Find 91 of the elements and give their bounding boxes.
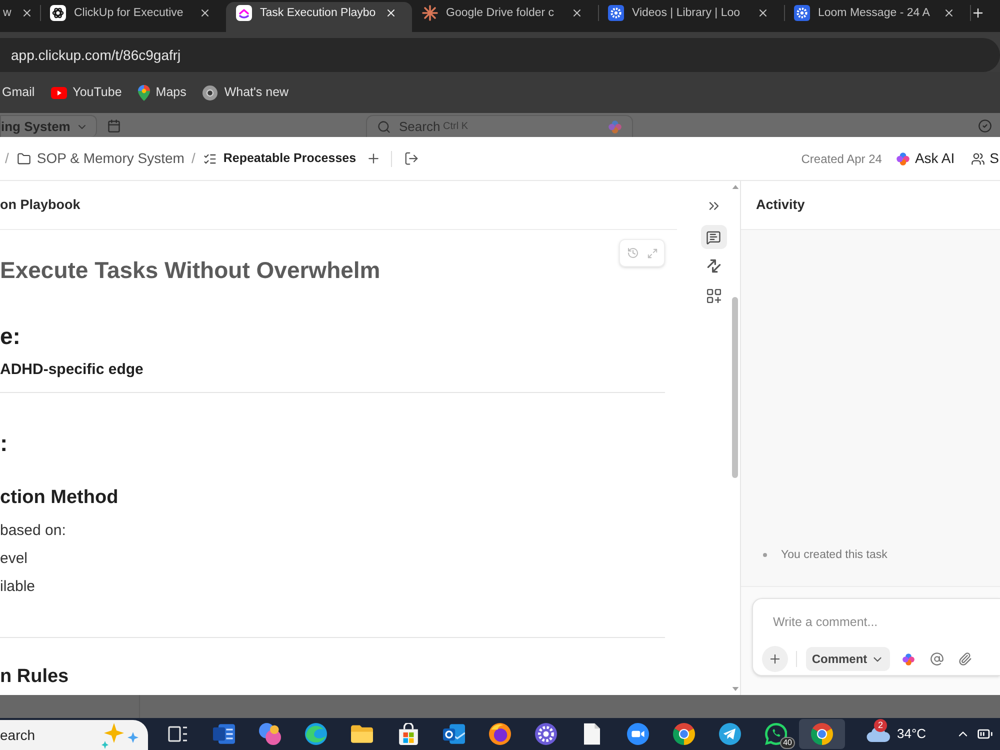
scrollbar-thumb[interactable] [732,297,738,478]
map-pin-icon [138,84,150,100]
gear-tile-icon [794,5,810,21]
calendar-icon[interactable] [107,119,121,133]
chevron-logo-icon [236,5,252,21]
ring-app-icon [673,723,695,745]
section-heading: e: [0,322,22,351]
bookmark-link[interactable]: Gmail [2,83,35,102]
gear-app-icon [535,723,557,745]
chat-bubble-icon [706,230,721,244]
browser-tab[interactable]: Google Drive folder c [412,2,598,32]
store-bag-icon [398,723,418,745]
bookmark-link[interactable]: What's new [202,83,289,102]
search-field[interactable]: Search [399,118,443,136]
bold-text: ADHD-specific edge [0,360,144,380]
address-field[interactable]: app.clickup.com/t/86c9gafrj [0,38,1000,72]
knot-icon [50,5,66,21]
folder-icon [16,152,31,166]
subheading: n Rules [0,665,70,689]
created-date: Created Apr 24 [801,150,882,168]
plus-icon[interactable] [366,151,382,166]
task-view-icon [168,726,188,742]
breadcrumb-link[interactable]: SOP & Memory System [16,148,184,169]
close-icon[interactable] [757,7,769,19]
play-icon [50,86,67,98]
comments-button[interactable] [700,225,726,249]
add-button[interactable] [762,646,788,672]
sparkle-icon [100,722,140,748]
mail-app-icon [443,724,465,744]
flame-globe-icon [489,723,511,745]
activity-entry: You created this task [781,548,888,563]
search-field[interactable]: earch [0,725,46,745]
grid-plus-icon [706,289,720,303]
close-icon[interactable] [199,7,211,19]
count-badge: 40 [780,737,795,749]
asterisk-icon [422,5,438,21]
scroll-up-icon[interactable] [732,185,738,189]
petal-icon [896,152,910,166]
paragraph-text: based on: [0,521,67,541]
browser-tab[interactable]: w [0,2,40,32]
browser-tab[interactable]: Videos | Library | Loo [598,2,784,32]
taskbar-button[interactable]: 40 [753,719,799,749]
paragraph-text: evel [0,549,29,569]
ring-app-icon [811,723,833,745]
notification-badge: 2 [874,719,887,732]
diagonal-arrows-icon [706,259,720,273]
scroll-down-icon[interactable] [732,687,738,691]
wave-app-icon [305,723,327,745]
petal-icon [608,120,622,134]
folder-app-icon [351,725,373,743]
taskbar-button[interactable] [799,719,845,749]
paperclip-icon[interactable] [958,652,972,666]
page-app-icon [584,723,600,745]
checklist-icon [203,152,218,166]
new-tab-icon[interactable] [971,6,985,20]
close-icon[interactable] [21,7,33,19]
video-app-icon [627,723,649,745]
comment-type-dropdown[interactable]: Comment [806,647,890,671]
document-app-icon [213,724,235,744]
users-icon [970,152,985,166]
comment-field[interactable]: Write a comment... [773,612,973,632]
browser-tab[interactable]: Loom Message - 24 A [784,2,970,32]
close-icon[interactable] [571,7,583,19]
paper-plane-icon [719,723,741,745]
bookmark-link[interactable]: YouTube [50,83,122,102]
plus-icon [768,652,782,666]
ring-icon [202,84,218,100]
bullet-icon [763,553,767,557]
task-title: Execute Tasks Without Overwhelm [0,256,382,285]
check-circle-icon[interactable] [978,119,992,133]
doc-title: on Playbook [0,181,677,230]
breadcrumb-link[interactable]: Repeatable Processes [203,149,356,168]
close-icon[interactable] [943,7,955,19]
petal-icon [902,652,915,666]
bookmark-link[interactable]: Maps [138,83,186,102]
share-button[interactable]: S [970,148,999,169]
mention-icon[interactable] [930,652,944,666]
breadcrumb-separator: / [5,149,9,168]
blob-app-icon [259,723,281,745]
search-icon [377,120,391,134]
section-heading: : [0,429,9,458]
exit-icon[interactable] [404,151,420,166]
browser-tab[interactable]: ClickUp for Executive [40,2,226,32]
ask-ai-button[interactable]: Ask AI [896,148,955,169]
subheading: ction Method [0,486,120,510]
browser-tab[interactable]: Task Execution Playbo [226,2,412,32]
gear-tile-icon [608,5,624,21]
breadcrumb-separator: / [191,149,196,168]
close-icon[interactable] [385,7,397,19]
temperature-label[interactable]: 34°C [897,724,926,744]
paragraph-text: ilable [0,577,36,597]
